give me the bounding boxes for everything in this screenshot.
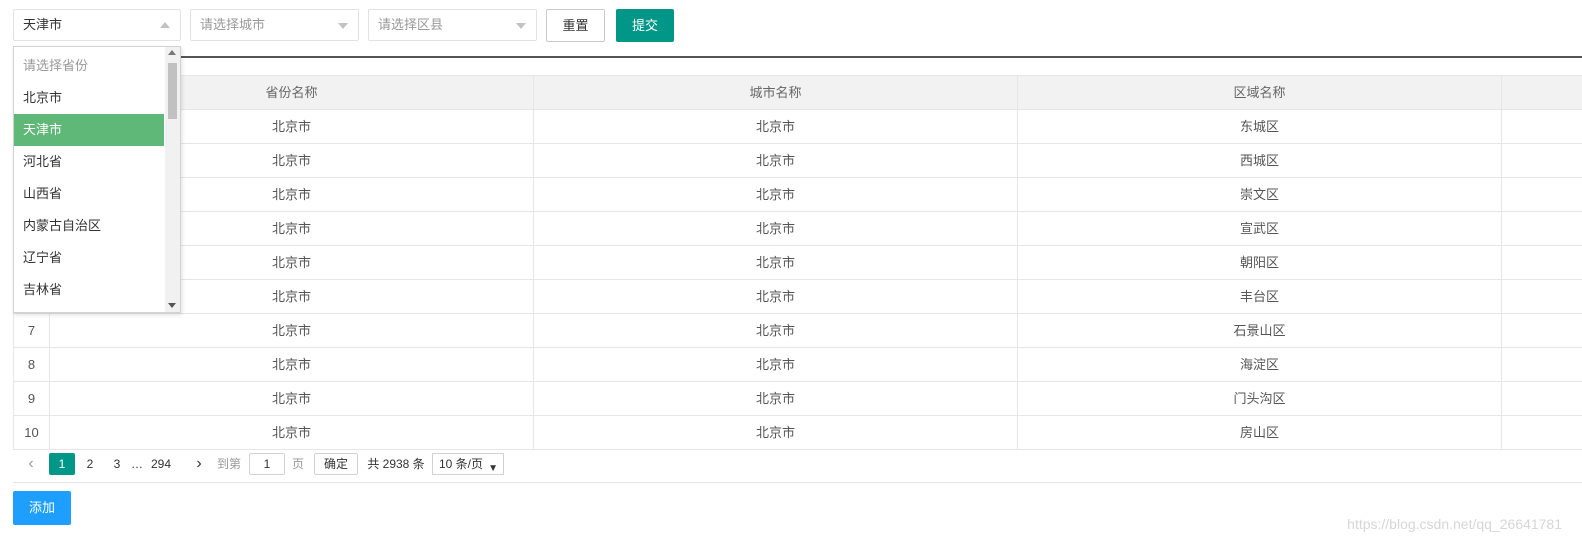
header-cell-district: 区域名称 [1018,76,1502,109]
row-index-cell: 10 [13,416,50,449]
scrollbar-thumb[interactable] [168,63,177,119]
province-cell: 北京市 [50,314,534,347]
goto-label: 到第 [216,457,241,471]
table-header: 省份名称 城市名称 区域名称 [13,76,1582,110]
dropdown-option[interactable]: 天津市 [14,114,164,146]
page-3-button[interactable]: 3 [108,453,126,475]
district-cell: 东城区 [1018,110,1502,143]
dropdown-scrollbar[interactable] [165,47,180,312]
district-select-placeholder: 请选择区县 [378,17,444,32]
district-cell: 门头沟区 [1018,382,1502,415]
dropdown-option[interactable]: 山西省 [14,178,164,210]
next-page-icon[interactable]: › [191,453,207,475]
submit-button[interactable]: 提交 [616,9,674,42]
extra-cell [1502,212,1582,245]
add-button[interactable]: 添加 [13,491,71,525]
district-cell: 朝阳区 [1018,246,1502,279]
province-cell: 北京市 [50,348,534,381]
scroll-up-icon[interactable] [168,50,176,55]
pagination: ‹ 1 2 3 … 294 › 到第 1 页 确定 共 2938 条 10 条/… [13,447,1582,483]
province-select[interactable]: 天津市 [13,9,181,41]
page-last-button[interactable]: 294 [148,453,174,475]
chevron-down-icon [516,23,526,29]
scroll-down-icon[interactable] [168,303,176,308]
page-1-button[interactable]: 1 [49,453,75,475]
page-size-value: 10 条/页 [439,457,484,471]
dropdown-option[interactable]: 北京市 [14,82,164,114]
dropdown-option[interactable]: 辽宁省 [14,242,164,274]
district-cell: 海淀区 [1018,348,1502,381]
table-row: 6北京市北京市丰台区 [13,280,1582,314]
page-unit-label: 页 [291,457,304,471]
table-row: 5北京市北京市朝阳区 [13,246,1582,280]
extra-cell [1502,144,1582,177]
district-cell: 丰台区 [1018,280,1502,313]
district-cell: 石景山区 [1018,314,1502,347]
city-select-placeholder: 请选择城市 [200,17,266,32]
extra-cell [1502,246,1582,279]
table-row: 8 北京市 北京市 海淀区 [13,348,1582,382]
chevron-down-icon [338,23,348,29]
city-cell: 北京市 [534,110,1018,143]
header-cell-extra [1502,76,1582,109]
table-row: 4北京市北京市宣武区 [13,212,1582,246]
extra-cell [1502,280,1582,313]
page-2-button[interactable]: 2 [81,453,99,475]
dropdown-placeholder-option[interactable]: 请选择省份 [14,50,164,82]
reset-button[interactable]: 重置 [546,9,605,42]
dropdown-option[interactable]: 内蒙古自治区 [14,210,164,242]
extra-cell [1502,348,1582,381]
watermark: https://blog.csdn.net/qq_26641781 [1347,516,1562,532]
header-cell-city: 城市名称 [534,76,1018,109]
row-index-cell: 8 [13,348,50,381]
province-dropdown: 请选择省份 北京市 天津市 河北省 山西省 内蒙古自治区 辽宁省 吉林省 [13,46,181,313]
city-select[interactable]: 请选择城市 [190,9,359,41]
city-cell: 北京市 [534,416,1018,449]
district-cell: 宣武区 [1018,212,1502,245]
row-index-cell: 7 [13,314,50,347]
dropdown-option[interactable]: 河北省 [14,146,164,178]
row-index-cell: 9 [13,382,50,415]
extra-cell [1502,178,1582,211]
city-cell: 北京市 [534,212,1018,245]
table-row: 7 北京市 北京市 石景山区 [13,314,1582,348]
city-cell: 北京市 [534,382,1018,415]
chevron-up-icon [160,22,170,28]
city-cell: 北京市 [534,178,1018,211]
city-cell: 北京市 [534,314,1018,347]
city-cell: 北京市 [534,144,1018,177]
province-cell: 北京市 [50,416,534,449]
city-cell: 北京市 [534,348,1018,381]
province-select-value: 天津市 [23,17,63,32]
district-cell: 房山区 [1018,416,1502,449]
table-row: 10 北京市 北京市 房山区 [13,416,1582,450]
triangle-down-icon: ▼ [488,463,498,474]
page-ellipsis: … [131,457,143,471]
district-cell: 崇文区 [1018,178,1502,211]
goto-page-input[interactable]: 1 [249,453,285,475]
province-cell: 北京市 [50,382,534,415]
divider [13,56,1582,58]
city-cell: 北京市 [534,280,1018,313]
extra-cell [1502,382,1582,415]
district-cell: 西城区 [1018,144,1502,177]
table-row: 3北京市北京市崇文区 [13,178,1582,212]
district-table: 省份名称 城市名称 区域名称 1北京市北京市东城区2北京市北京市西城区3北京市北… [13,75,1582,450]
district-select[interactable]: 请选择区县 [368,9,537,41]
table-row: 2北京市北京市西城区 [13,144,1582,178]
total-count: 共 2938 条 [367,457,425,471]
table-row: 1北京市北京市东城区 [13,110,1582,144]
goto-confirm-button[interactable]: 确定 [314,453,358,475]
page-size-select[interactable]: 10 条/页 ▼ [432,453,504,475]
city-cell: 北京市 [534,246,1018,279]
prev-page-icon[interactable]: ‹ [23,453,39,475]
extra-cell [1502,314,1582,347]
extra-cell [1502,416,1582,449]
dropdown-option[interactable]: 吉林省 [14,274,164,306]
extra-cell [1502,110,1582,143]
table-row: 9 北京市 北京市 门头沟区 [13,382,1582,416]
